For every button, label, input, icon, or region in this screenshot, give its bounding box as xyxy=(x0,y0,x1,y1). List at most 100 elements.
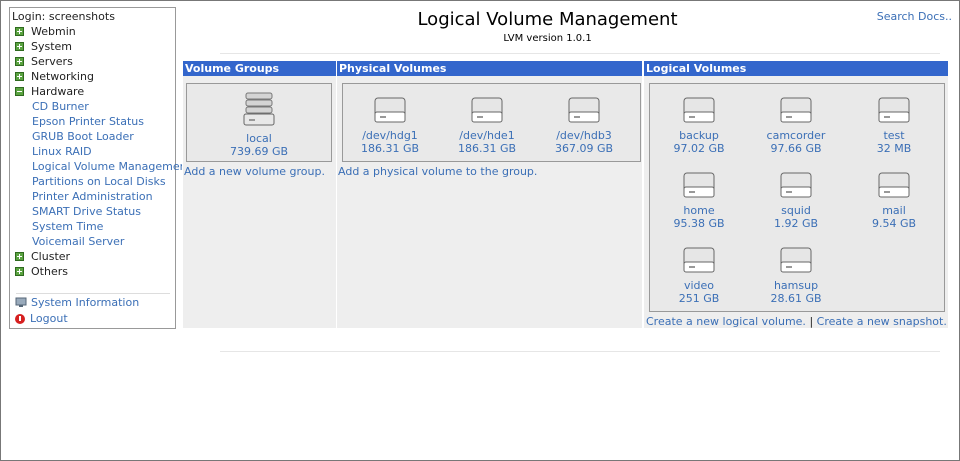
physical-volume-name: /dev/hde1 xyxy=(459,129,515,142)
sidebar-category-cluster[interactable]: Cluster xyxy=(15,249,182,264)
sidebar-category-hardware[interactable]: Hardware xyxy=(15,84,182,99)
sidebar-category-label: System xyxy=(31,40,73,53)
logical-volume-name: camcorder xyxy=(766,129,826,142)
logical-volume-name: squid xyxy=(781,204,811,217)
hard-disk-icon xyxy=(683,97,715,123)
minus-square-icon xyxy=(15,87,24,96)
logical-volume-item[interactable]: squid 1.92 GB xyxy=(756,172,836,230)
sidebar-category-label: Networking xyxy=(31,70,94,83)
sidebar-item-epson-printer-status[interactable]: Epson Printer Status xyxy=(15,114,182,129)
plus-square-icon xyxy=(15,72,24,81)
link-separator: | xyxy=(809,315,814,328)
logical-volumes-heading: Logical Volumes xyxy=(644,61,948,76)
sidebar-category-servers[interactable]: Servers xyxy=(15,54,182,69)
logical-volume-size: 97.02 GB xyxy=(673,142,725,155)
sidebar-item-system-time[interactable]: System Time xyxy=(15,219,182,234)
page-subtitle: LVM version 1.0.1 xyxy=(503,33,592,44)
power-icon xyxy=(15,313,25,324)
hard-disk-icon xyxy=(243,92,275,126)
sidebar-category-others[interactable]: Others xyxy=(15,264,182,279)
physical-volume-item[interactable]: /dev/hde1 186.31 GB xyxy=(447,97,527,155)
page-title: Logical Volume Management xyxy=(417,9,678,30)
volume-group-item[interactable]: local 739.69 GB xyxy=(219,92,299,158)
sidebar-menu: Webmin System Servers Networking Hardwar… xyxy=(15,24,182,279)
add-physical-volume-link[interactable]: Add a physical volume to the group. xyxy=(338,165,537,178)
logical-volume-size: 32 MB xyxy=(876,142,912,155)
hard-disk-icon xyxy=(683,247,715,273)
hard-disk-icon xyxy=(780,247,812,273)
create-logical-volume-link[interactable]: Create a new logical volume. xyxy=(646,315,806,328)
sidebar-category-webmin[interactable]: Webmin xyxy=(15,24,182,39)
sidebar-category-label: Cluster xyxy=(31,250,71,263)
system-information-link[interactable]: System Information xyxy=(15,295,139,310)
physical-volumes-column: Physical Volumes /dev/hdg1 186.31 GB /de… xyxy=(337,61,642,328)
sidebar-item-partitions[interactable]: Partitions on Local Disks xyxy=(15,174,182,189)
logical-volume-size: 1.92 GB xyxy=(773,217,819,230)
logical-volume-item[interactable]: video 251 GB xyxy=(659,247,739,305)
sidebar-item-logical-volume-management[interactable]: Logical Volume Management xyxy=(15,159,182,174)
logical-volume-name: test xyxy=(883,129,905,142)
physical-volume-size: 186.31 GB xyxy=(457,142,517,155)
sidebar: Login: screenshots Webmin System Servers… xyxy=(9,7,182,329)
physical-volume-item[interactable]: /dev/hdb3 367.09 GB xyxy=(544,97,624,155)
volume-groups-column: Volume Groups local 739.69 GB Add a new … xyxy=(183,61,336,328)
create-snapshot-link[interactable]: Create a new snapshot. xyxy=(817,315,947,328)
logical-volume-name: backup xyxy=(679,129,719,142)
logical-volume-name: hamsup xyxy=(773,279,819,292)
logical-volumes-box: backup 97.02 GB camcorder 97.66 GB test … xyxy=(649,83,945,312)
logical-volume-size: 97.66 GB xyxy=(770,142,822,155)
logout-link[interactable]: Logout xyxy=(15,311,68,326)
plus-square-icon xyxy=(15,267,24,276)
sidebar-category-system[interactable]: System xyxy=(15,39,182,54)
sidebar-category-label: Hardware xyxy=(31,85,85,98)
logical-volume-size: 251 GB xyxy=(678,292,720,305)
sidebar-category-label: Servers xyxy=(31,55,73,68)
system-information-icon xyxy=(15,297,27,307)
logical-volume-item[interactable]: hamsup 28.61 GB xyxy=(756,247,836,305)
logout-label: Logout xyxy=(30,312,68,325)
logical-volume-item[interactable]: backup 97.02 GB xyxy=(659,97,739,155)
bottom-divider xyxy=(220,351,940,352)
hard-disk-icon xyxy=(878,97,910,123)
add-volume-group-link[interactable]: Add a new volume group. xyxy=(184,165,325,178)
volume-group-name: local xyxy=(246,132,272,145)
top-divider xyxy=(220,53,940,54)
login-label: Login: screenshots xyxy=(12,10,115,23)
plus-square-icon xyxy=(15,42,24,51)
sidebar-item-linux-raid[interactable]: Linux RAID xyxy=(15,144,182,159)
logical-volumes-column: Logical Volumes backup 97.02 GB camcorde… xyxy=(644,61,948,328)
hard-disk-icon xyxy=(878,172,910,198)
logical-volume-name: home xyxy=(683,204,715,217)
hard-disk-icon xyxy=(374,97,406,123)
physical-volume-name: /dev/hdb3 xyxy=(556,129,612,142)
logical-volume-size: 28.61 GB xyxy=(770,292,822,305)
sidebar-category-networking[interactable]: Networking xyxy=(15,69,182,84)
search-docs-link[interactable]: Search Docs.. xyxy=(877,10,952,23)
logical-volume-item[interactable]: test 32 MB xyxy=(854,97,934,155)
hard-disk-icon xyxy=(683,172,715,198)
volume-group-size: 739.69 GB xyxy=(229,145,289,158)
plus-square-icon xyxy=(15,57,24,66)
sidebar-item-cd-burner[interactable]: CD Burner xyxy=(15,99,182,114)
plus-square-icon xyxy=(15,252,24,261)
volume-groups-box: local 739.69 GB xyxy=(186,83,332,162)
hard-disk-icon xyxy=(780,97,812,123)
logical-volume-size: 95.38 GB xyxy=(673,217,725,230)
physical-volume-name: /dev/hdg1 xyxy=(362,129,418,142)
sidebar-item-printer-administration[interactable]: Printer Administration xyxy=(15,189,182,204)
logical-volume-item[interactable]: camcorder 97.66 GB xyxy=(756,97,836,155)
sidebar-item-voicemail-server[interactable]: Voicemail Server xyxy=(15,234,182,249)
sidebar-item-grub-boot-loader[interactable]: GRUB Boot Loader xyxy=(15,129,182,144)
hard-disk-icon xyxy=(780,172,812,198)
sidebar-item-smart-drive-status[interactable]: SMART Drive Status xyxy=(15,204,182,219)
hard-disk-icon xyxy=(568,97,600,123)
physical-volumes-box: /dev/hdg1 186.31 GB /dev/hde1 186.31 GB … xyxy=(342,83,641,162)
sidebar-category-label: Webmin xyxy=(31,25,76,38)
system-information-label: System Information xyxy=(31,296,140,309)
logical-volume-item[interactable]: home 95.38 GB xyxy=(659,172,739,230)
physical-volumes-heading: Physical Volumes xyxy=(337,61,642,76)
physical-volume-size: 186.31 GB xyxy=(360,142,420,155)
logical-volume-links: Create a new logical volume. | Create a … xyxy=(646,315,947,328)
physical-volume-item[interactable]: /dev/hdg1 186.31 GB xyxy=(350,97,430,155)
logical-volume-item[interactable]: mail 9.54 GB xyxy=(854,172,934,230)
